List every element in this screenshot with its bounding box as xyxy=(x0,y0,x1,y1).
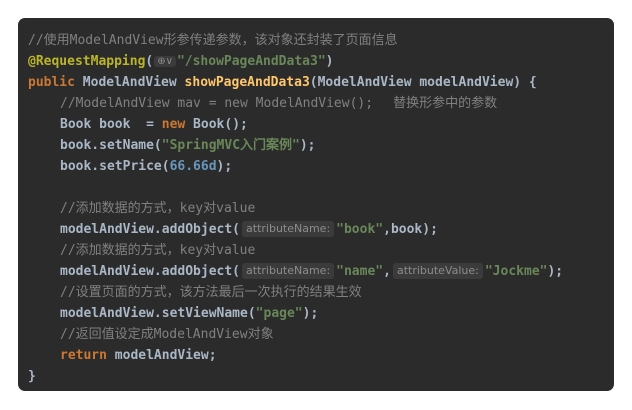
number-literal: 66.66d xyxy=(169,159,217,174)
keyword: public xyxy=(28,75,75,90)
comment: //返回值设定成ModelAndView对象 xyxy=(60,327,274,342)
url-mapping-hint-icon[interactable]: ⊕∨ xyxy=(154,56,176,67)
code-line-5: Book book = new Book(); xyxy=(60,117,248,132)
code-line-1: //使用ModelAndView形参传递参数，该对象还封装了页面信息 xyxy=(28,30,614,51)
annotation: @RequestMapping xyxy=(28,54,146,69)
comment: //ModelAndView mav = new ModelAndView(); xyxy=(60,96,374,111)
string-literal: "/showPageAndData3" xyxy=(176,54,326,69)
code-line-10: modelAndView.addObject(attributeName: "bo… xyxy=(60,221,438,237)
comment: 替换形参中的参数 xyxy=(393,96,498,111)
comment: //添加数据的方式，key对value xyxy=(60,201,256,216)
code-line-2: @RequestMapping(⊕∨ "/showPageAndData3") xyxy=(28,54,334,69)
parameter-hint: attributeName: xyxy=(242,263,335,279)
keyword: return xyxy=(60,348,107,363)
code-line-17: } xyxy=(28,369,36,384)
code-line-13: //设置页面的方式，该方法最后一次执行的结果生效 xyxy=(28,282,614,303)
keyword: new xyxy=(161,117,186,132)
code-line-12: modelAndView.addObject(attributeName: "na… xyxy=(60,263,564,279)
code-line-4: //ModelAndView mav = new ModelAndView();… xyxy=(28,93,614,114)
parameter-hint: attributeValue: xyxy=(392,263,483,279)
string-literal: "page" xyxy=(255,306,303,321)
code-line-15: //返回值设定成ModelAndView对象 xyxy=(28,324,614,345)
code-line-16: return modelAndView; xyxy=(60,348,217,363)
code-line-6: book.setName("SpringMVC入门案例"); xyxy=(60,138,316,153)
code-line-14: modelAndView.setViewName("page"); xyxy=(60,306,319,321)
comment: //设置页面的方式，该方法最后一次执行的结果生效 xyxy=(60,285,362,300)
string-literal: "SpringMVC入门案例" xyxy=(161,138,300,153)
code-editor[interactable]: //使用ModelAndView形参传递参数，该对象还封装了页面信息 @Requ… xyxy=(18,18,614,391)
string-literal: "Jockme" xyxy=(484,264,548,279)
string-literal: "name" xyxy=(336,264,384,279)
method-name: showPageAndData3 xyxy=(184,75,310,90)
code-line-11: //添加数据的方式，key对value xyxy=(28,240,614,261)
comment: //添加数据的方式，key对value xyxy=(60,243,256,258)
code-line-3: public ModelAndView showPageAndData3(Mod… xyxy=(28,75,537,90)
string-literal: "book" xyxy=(336,222,384,237)
code-line-7: book.setPrice(66.66d); xyxy=(60,159,233,174)
comment: //使用ModelAndView形参传递参数，该对象还封装了页面信息 xyxy=(28,33,398,48)
parameter-hint: attributeName: xyxy=(242,221,335,237)
code-line-9: //添加数据的方式，key对value xyxy=(28,198,614,219)
